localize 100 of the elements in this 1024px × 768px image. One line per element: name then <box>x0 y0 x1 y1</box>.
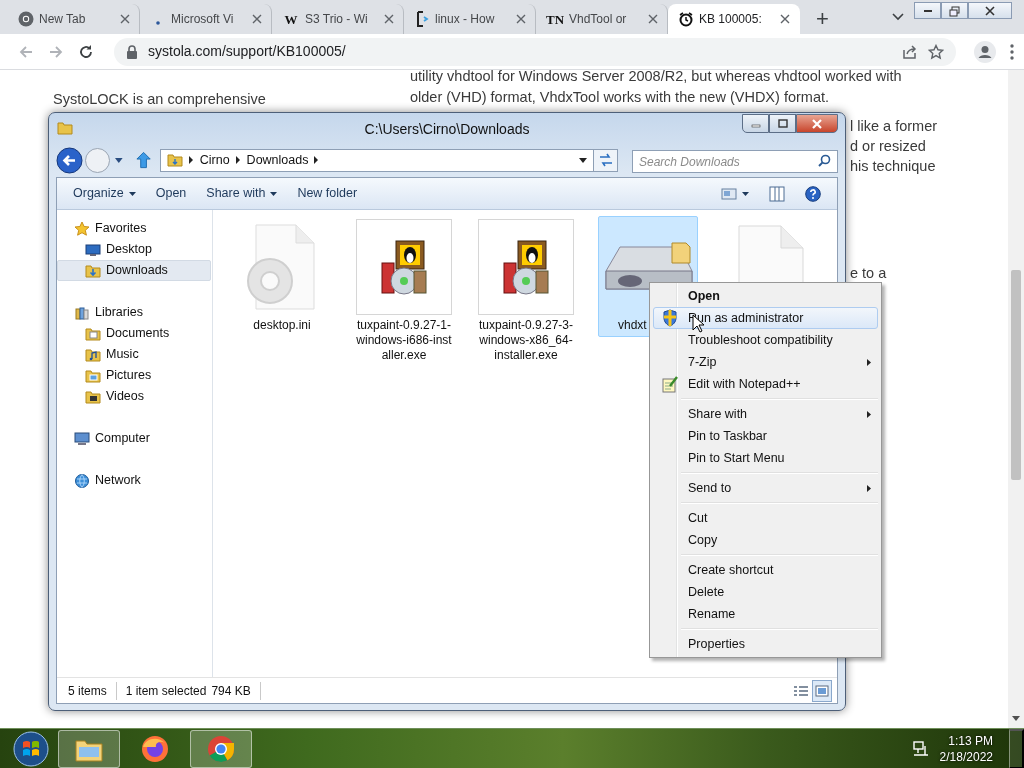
music-icon <box>85 346 101 363</box>
nav-item[interactable]: Favorites <box>57 218 211 239</box>
close-icon <box>120 14 130 24</box>
maximize-icon <box>777 119 788 128</box>
close-icon <box>252 14 262 24</box>
restore-button[interactable] <box>941 2 968 19</box>
status-text: 5 items <box>68 682 107 700</box>
lock-icon <box>126 44 138 59</box>
downloads-icon <box>85 262 101 279</box>
web-text: d or resized <box>850 137 927 156</box>
taskbar-button[interactable] <box>58 729 120 768</box>
menu-item[interactable]: Create shortcut <box>653 559 878 581</box>
menu-item[interactable]: Properties <box>653 633 878 655</box>
web-text: l like a former <box>850 117 938 136</box>
browser-tab[interactable]: linux - How <box>404 4 536 34</box>
menu-item[interactable]: Delete <box>653 581 878 603</box>
nav-item[interactable]: Documents <box>57 323 211 344</box>
menu-item[interactable]: 7-Zip <box>653 351 878 373</box>
menu-item[interactable]: Rename <box>653 603 878 625</box>
pane-icon <box>769 185 785 202</box>
star-icon <box>74 220 90 237</box>
nav-item[interactable]: Downloads <box>57 260 211 281</box>
icons-view-button[interactable] <box>812 679 832 702</box>
close-button[interactable] <box>968 2 1012 19</box>
browser-tab[interactable]: W S3 Trio - Wi <box>272 4 404 34</box>
breadcrumb[interactable]: Downloads <box>246 150 309 170</box>
minimize-button[interactable] <box>914 2 941 19</box>
profile-icon <box>974 40 996 63</box>
close-icon <box>516 14 526 24</box>
web-text: older (VHD) format, VhdxTool works with the new (VHDX) format. <box>410 87 830 107</box>
chevron-down-icon <box>892 13 904 21</box>
bracket-icon <box>414 11 430 27</box>
browser-tab[interactable]: Microsoft Vi <box>140 4 272 34</box>
library-icon <box>74 304 90 321</box>
maximize-button[interactable] <box>769 114 796 133</box>
alarm-clock-icon <box>678 11 694 27</box>
browser-tab[interactable]: KB 100005: <box>668 4 800 34</box>
file-item[interactable]: desktop.ini <box>232 216 332 337</box>
nav-item[interactable]: Music <box>57 344 211 365</box>
clock-time: 1:13 PM <box>948 732 993 749</box>
scrollbar-thumb[interactable] <box>1011 270 1021 480</box>
dropdown-icon <box>115 157 123 163</box>
desktop-icon <box>85 241 101 258</box>
breadcrumb[interactable]: Cirno <box>199 150 230 170</box>
star-icon <box>928 43 944 60</box>
show-desktop-button[interactable] <box>1009 728 1024 768</box>
close-icon <box>983 4 997 17</box>
search-icon <box>818 153 831 167</box>
nav-item[interactable]: Pictures <box>57 365 211 386</box>
menu-item[interactable]: Pin to Start Menu <box>653 447 878 469</box>
web-text: utility vhdtool for Windows Server 2008/R2, but whereas vhdtool worked with <box>410 70 902 86</box>
scroll-down-icon <box>1012 716 1020 722</box>
nav-item[interactable]: Videos <box>57 386 211 407</box>
start-orb-icon <box>13 730 49 767</box>
site-icon: TN <box>546 12 564 26</box>
back-button[interactable] <box>56 146 83 174</box>
nav-item[interactable]: Network <box>57 470 211 491</box>
chrome-icon <box>18 11 34 27</box>
dropdown-icon <box>579 157 588 163</box>
address-bar[interactable]: systola.com/support/KB100005/ <box>114 37 956 66</box>
web-text: SystoLOCK is an comprehensive <box>53 90 266 109</box>
taskbar-button[interactable] <box>190 729 252 768</box>
installer-icon <box>378 237 430 297</box>
toolbar-button[interactable]: Open <box>145 180 197 207</box>
search-field[interactable]: Search Downloads <box>632 150 838 173</box>
caret-icon <box>742 191 749 196</box>
back-icon <box>18 43 34 60</box>
menu-item[interactable]: Share with <box>653 403 878 425</box>
web-text: e to a <box>850 264 888 283</box>
nav-item[interactable]: Desktop <box>57 239 211 260</box>
toolbar-button[interactable]: New folder <box>287 180 368 207</box>
network-icon <box>74 472 90 489</box>
menu-item[interactable]: Send to <box>653 477 878 499</box>
browser-tab[interactable]: New Tab <box>8 4 140 34</box>
chevron-right-icon <box>314 156 320 164</box>
menu-item[interactable]: Pin to Taskbar <box>653 425 878 447</box>
notepad-icon <box>661 375 679 393</box>
new-tab-button[interactable]: + <box>812 8 833 30</box>
chevron-right-icon <box>235 156 241 164</box>
menu-item[interactable]: Copy <box>653 529 878 551</box>
menu-item[interactable]: Edit with Notepad++ <box>653 373 878 395</box>
toolbar-button[interactable]: Share with <box>196 180 288 207</box>
dot-icon <box>156 21 160 25</box>
nav-item[interactable]: Libraries <box>57 302 211 323</box>
refresh-icon <box>597 153 614 167</box>
up-arrow-icon <box>134 151 152 169</box>
close-button[interactable] <box>796 114 838 133</box>
window-title: C:\Users\Cirno\Downloads <box>364 120 530 139</box>
menu-item[interactable]: Cut <box>653 507 878 529</box>
status-text: 794 KB <box>211 682 251 700</box>
details-icon <box>793 685 809 698</box>
site-icon: W <box>282 12 300 26</box>
refresh-button[interactable] <box>593 148 618 172</box>
folder-icon <box>57 120 73 136</box>
nav-item[interactable]: Computer <box>57 428 211 449</box>
toolbar-button[interactable]: Organize <box>63 180 146 207</box>
web-text: his technique <box>850 157 937 176</box>
address-field[interactable]: Cirno Downloads <box>159 148 595 172</box>
documents-icon <box>85 325 101 342</box>
pictures-icon <box>85 367 101 384</box>
